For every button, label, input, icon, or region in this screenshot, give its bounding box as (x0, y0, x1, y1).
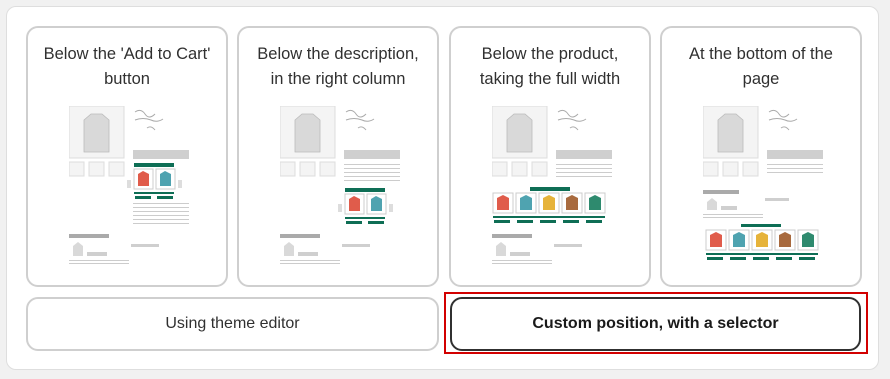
option-card-title: Below the description, in the right colu… (257, 45, 419, 88)
layout-preview-below-add-to-cart-icon (69, 106, 189, 264)
theme-editor-button[interactable]: Using theme editor (26, 297, 439, 351)
custom-selector-button[interactable]: Custom position, with a selector (450, 297, 861, 351)
option-card-title: At the bottom of the page (688, 45, 833, 88)
option-card-below-product-full-width[interactable]: Below the product, taking the full width (449, 26, 651, 287)
option-card-title: Below the product, taking the full width (479, 45, 621, 88)
layout-preview-bottom-of-page-icon (703, 106, 823, 260)
option-card-title: Below the 'Add to Cart' button (43, 45, 211, 88)
option-card-below-description[interactable]: Below the description, in the right colu… (237, 26, 439, 287)
option-card-below-add-to-cart[interactable]: Below the 'Add to Cart' button (26, 26, 228, 287)
layout-preview-below-description-icon (280, 106, 400, 264)
option-card-bottom-of-page[interactable]: At the bottom of the page (660, 26, 862, 287)
layout-preview-below-product-icon (492, 106, 612, 264)
